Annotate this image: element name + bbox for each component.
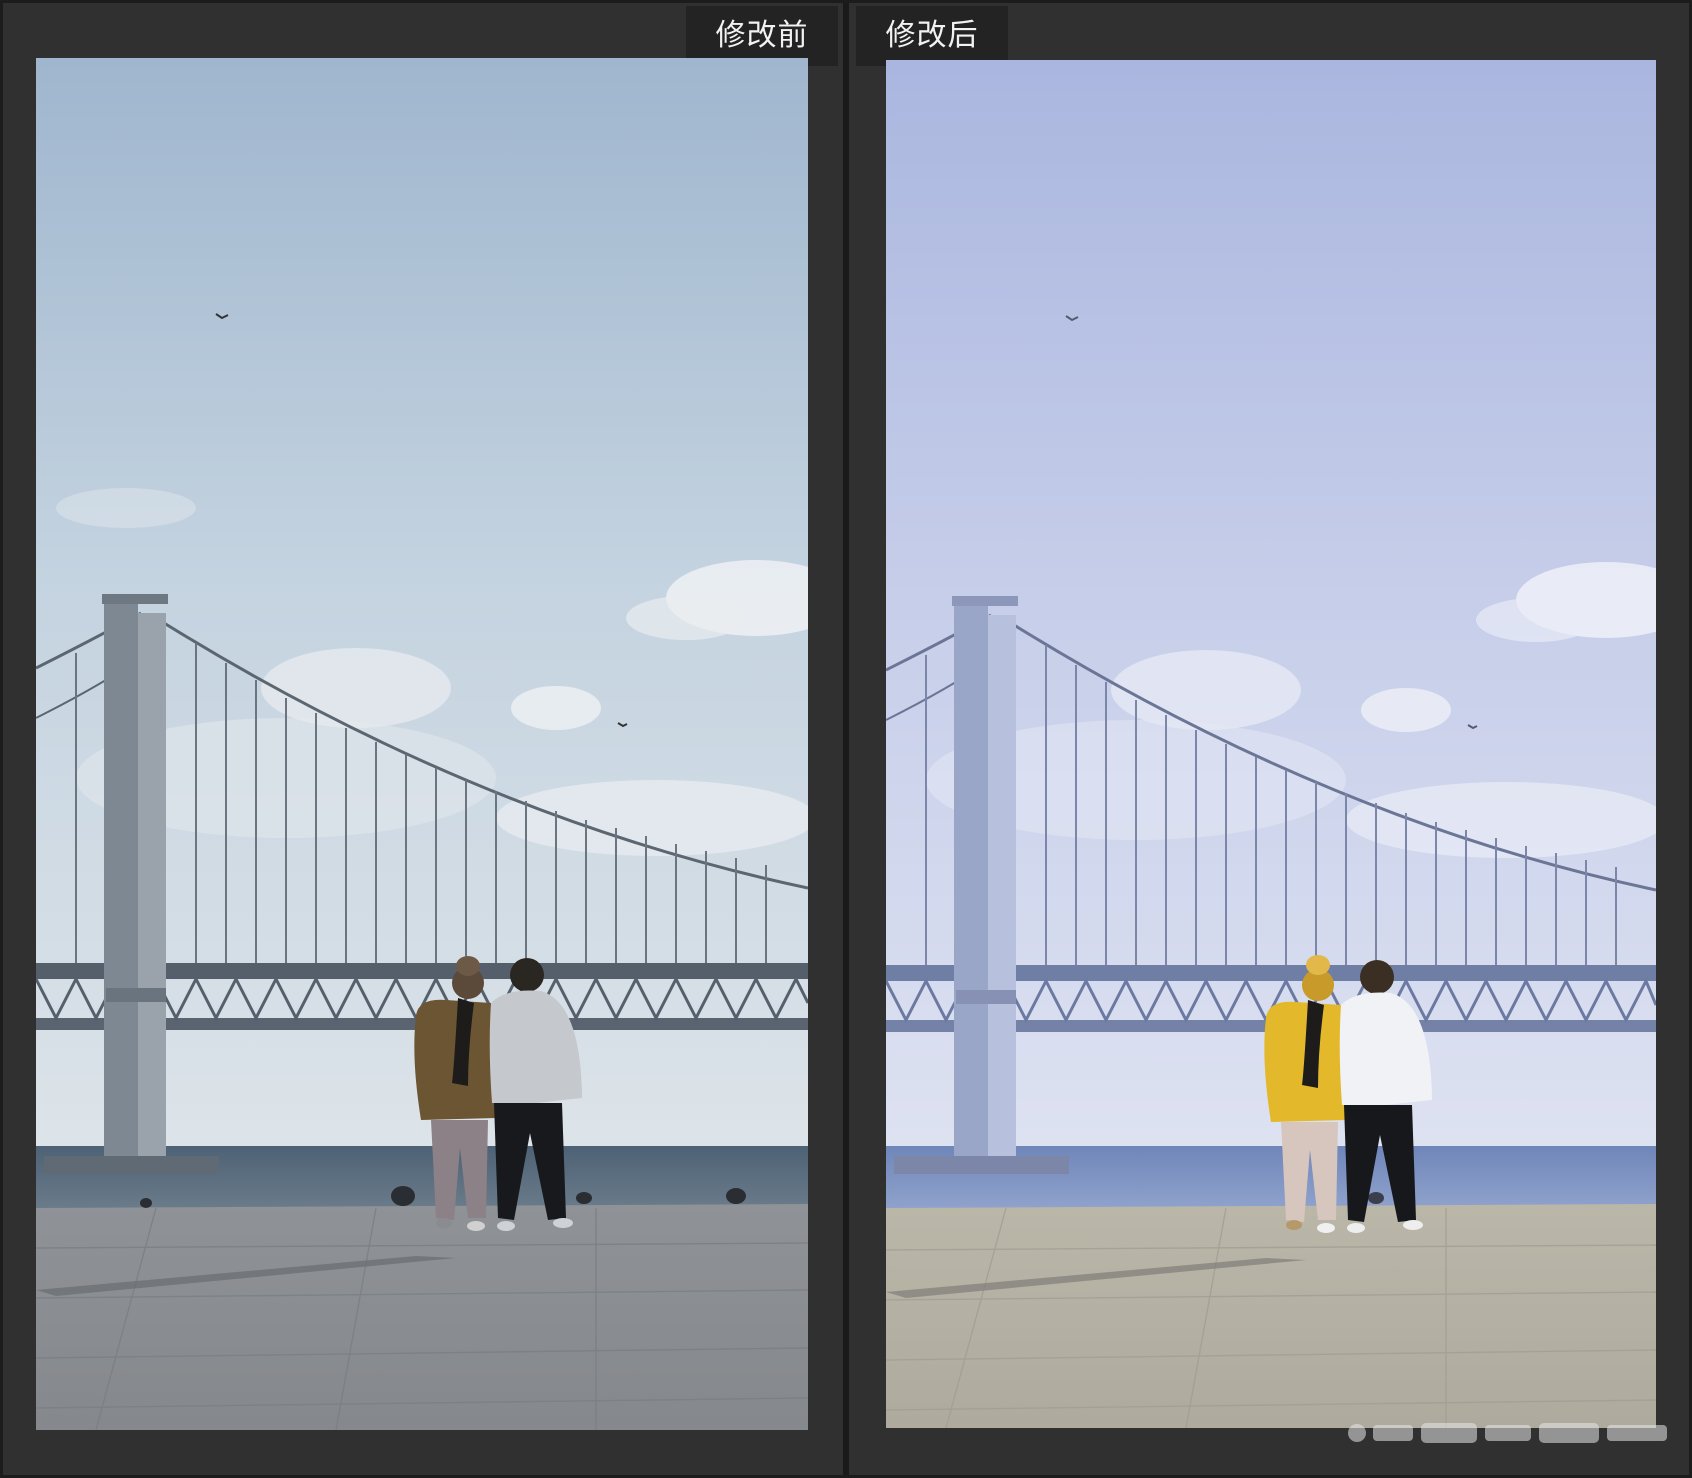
after-photo <box>886 60 1656 1428</box>
after-pane: 修改后 <box>849 0 1692 1478</box>
before-photo <box>36 58 808 1430</box>
after-photo-image <box>886 60 1656 1428</box>
before-tab[interactable]: 修改前 <box>686 6 838 66</box>
before-pane: 修改前 <box>0 0 843 1478</box>
before-photo-image <box>36 58 808 1430</box>
watermark-logo-icon <box>1348 1423 1667 1443</box>
comparison-window: 修改前 修改后 <box>0 0 1692 1478</box>
after-tab[interactable]: 修改后 <box>856 6 1008 66</box>
